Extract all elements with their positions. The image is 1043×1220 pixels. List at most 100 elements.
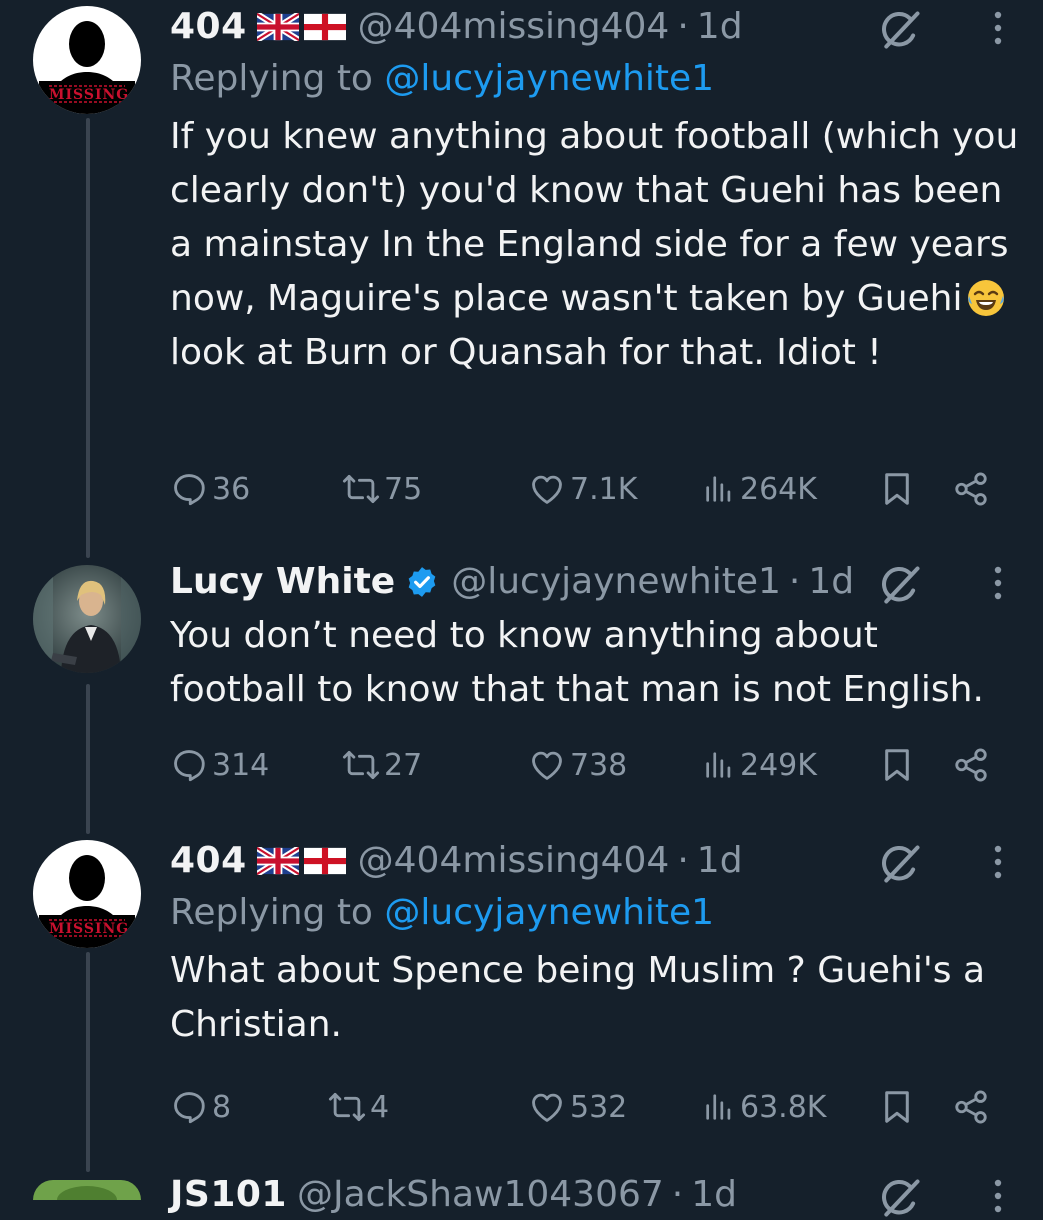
speech-bubble-icon	[170, 1088, 208, 1126]
replying-to-mention[interactable]: @lucyjaynewhite1	[384, 58, 714, 99]
separator-dot: ·	[671, 1174, 684, 1215]
repost-arrows-icon	[328, 1088, 366, 1126]
tweet-actions: 8 4 532 63.8K	[170, 1085, 1000, 1129]
repost-button[interactable]: 75	[342, 467, 422, 511]
views-button[interactable]: 249K	[702, 743, 817, 787]
timestamp[interactable]: 1d	[808, 557, 854, 607]
share-button[interactable]	[952, 743, 990, 787]
tweet[interactable]: 404 @404missing404 · 1d Replying to @luc…	[170, 836, 1043, 1052]
author-name[interactable]: Lucy White	[170, 557, 395, 607]
tweet[interactable]: JS101 @JackShaw1043067 · 1d	[170, 1170, 1043, 1220]
reply-button[interactable]: 8	[170, 1085, 231, 1129]
heart-icon	[528, 470, 566, 508]
avatar[interactable]: MISSING	[33, 840, 141, 948]
tweet-actions: 36 75 7.1K 264K	[170, 467, 1000, 511]
repost-count: 4	[370, 1089, 390, 1125]
tweet-text: What about Spence being Muslim ? Guehi's…	[170, 950, 997, 1045]
author-handle[interactable]: @lucyjaynewhite1	[451, 557, 781, 607]
grok-icon[interactable]	[879, 842, 923, 886]
reply-count: 8	[212, 1089, 232, 1125]
share-nodes-icon	[952, 470, 990, 508]
bookmark-button[interactable]	[878, 743, 916, 787]
repost-button[interactable]: 4	[328, 1085, 389, 1129]
views-button[interactable]: 264K	[702, 467, 817, 511]
repost-arrows-icon	[342, 746, 380, 784]
england-flag-icon	[304, 13, 346, 41]
like-button[interactable]: 532	[528, 1085, 627, 1129]
author-handle[interactable]: @404missing404	[358, 2, 670, 52]
reply-button[interactable]: 36	[170, 467, 250, 511]
repost-count: 27	[384, 747, 423, 783]
more-options-icon[interactable]	[993, 1178, 1003, 1214]
author-name[interactable]: 404	[170, 836, 247, 886]
author-handle[interactable]: @404missing404	[358, 836, 670, 886]
tweet[interactable]: Lucy White @lucyjaynewhite1 · 1d You don…	[170, 557, 1043, 717]
separator-dot: ·	[677, 840, 689, 881]
separator-dot: ·	[788, 561, 801, 602]
view-count: 249K	[740, 747, 817, 783]
avatar[interactable]: MISSING	[33, 6, 141, 114]
share-button[interactable]	[952, 467, 990, 511]
repost-button[interactable]: 27	[342, 743, 422, 787]
author-handle[interactable]: @JackShaw1043067	[297, 1170, 664, 1220]
grok-icon[interactable]	[879, 8, 923, 52]
repost-count: 75	[384, 471, 423, 507]
flag-emojis	[257, 847, 346, 875]
bookmark-button[interactable]	[878, 467, 916, 511]
share-button[interactable]	[952, 1085, 990, 1129]
bar-chart-icon	[702, 1088, 736, 1126]
bookmark-icon	[878, 470, 916, 508]
bar-chart-icon	[702, 470, 736, 508]
replying-to: Replying to @lucyjaynewhite1	[170, 886, 1043, 940]
face-with-tears-of-joy-icon	[968, 280, 1005, 316]
grok-icon[interactable]	[879, 1176, 923, 1220]
tweet-text: You don’t need to know anything about fo…	[170, 615, 984, 710]
timestamp[interactable]: 1d	[697, 836, 743, 886]
views-button[interactable]: 63.8K	[702, 1085, 826, 1129]
bookmark-icon	[878, 746, 916, 784]
tweet-text: If you knew anything about football (whi…	[170, 110, 1020, 380]
speech-bubble-icon	[170, 470, 208, 508]
tweet[interactable]: 404 @404missing404 · 1d Replying to @luc…	[170, 2, 1043, 380]
like-count: 532	[570, 1089, 628, 1125]
reply-button[interactable]: 314	[170, 743, 269, 787]
avatar-label: MISSING	[49, 87, 130, 103]
separator-dot: ·	[677, 6, 689, 47]
replying-to: Replying to @lucyjaynewhite1	[170, 52, 1043, 106]
thread-connector-line	[86, 684, 90, 834]
like-button[interactable]: 7.1K	[528, 467, 637, 511]
heart-icon	[528, 1088, 566, 1126]
bookmark-button[interactable]	[878, 1085, 916, 1129]
timestamp[interactable]: 1d	[691, 1170, 737, 1220]
verified-badge-icon	[405, 565, 439, 599]
speech-bubble-icon	[170, 746, 208, 784]
view-count: 63.8K	[740, 1089, 827, 1125]
avatar[interactable]	[33, 1180, 141, 1200]
more-options-icon[interactable]	[993, 844, 1003, 880]
grok-icon[interactable]	[879, 563, 923, 607]
like-count: 7.1K	[570, 471, 638, 507]
england-flag-icon	[304, 847, 346, 875]
thread-connector-line	[86, 952, 90, 1172]
like-count: 738	[570, 747, 628, 783]
replying-to-mention[interactable]: @lucyjaynewhite1	[384, 892, 714, 933]
avatar-label: MISSING	[49, 921, 130, 937]
bookmark-icon	[878, 1088, 916, 1126]
repost-arrows-icon	[342, 470, 380, 508]
timestamp[interactable]: 1d	[697, 2, 743, 52]
author-name[interactable]: 404	[170, 2, 247, 52]
reply-count: 314	[212, 747, 270, 783]
more-options-icon[interactable]	[993, 10, 1003, 46]
tweet-text-part: If you knew anything about football (whi…	[170, 116, 1030, 319]
like-button[interactable]: 738	[528, 743, 627, 787]
replying-to-prefix: Replying to	[170, 892, 385, 933]
author-name[interactable]: JS101	[170, 1170, 287, 1220]
more-options-icon[interactable]	[993, 565, 1003, 601]
avatar[interactable]	[33, 565, 141, 673]
tweet-actions: 314 27 738 249K	[170, 743, 1000, 787]
uk-flag-icon	[257, 847, 299, 875]
flag-emojis	[257, 13, 346, 41]
replying-to-prefix: Replying to	[170, 58, 385, 99]
reply-count: 36	[212, 471, 251, 507]
share-nodes-icon	[952, 1088, 990, 1126]
